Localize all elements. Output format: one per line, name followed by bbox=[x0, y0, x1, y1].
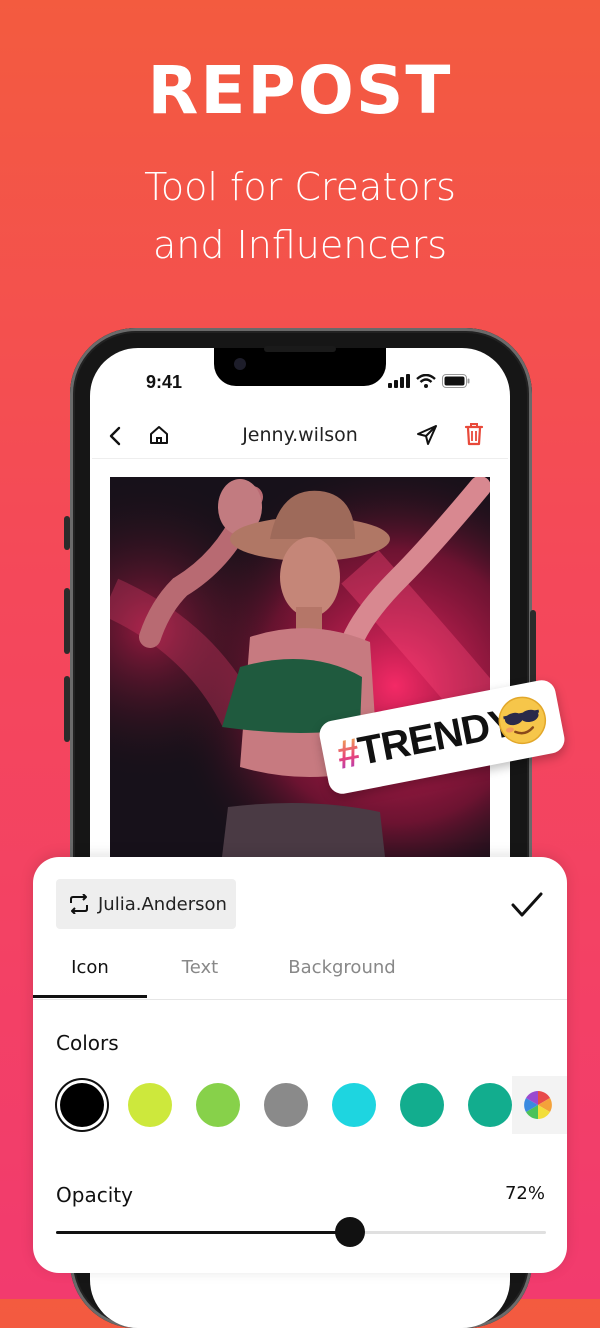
color-picker-button[interactable] bbox=[512, 1076, 567, 1134]
status-time: 9:41 bbox=[146, 372, 183, 392]
repost-username: Julia.Anderson bbox=[98, 893, 227, 915]
color-swatch[interactable] bbox=[128, 1083, 172, 1127]
send-icon[interactable] bbox=[416, 424, 438, 446]
checkmark-icon[interactable] bbox=[510, 891, 544, 919]
opacity-slider-fill bbox=[56, 1231, 350, 1234]
repost-icon bbox=[70, 894, 88, 914]
camera-icon bbox=[234, 358, 246, 370]
phone-volume-down bbox=[64, 676, 70, 742]
opacity-slider[interactable] bbox=[56, 1217, 546, 1247]
app-header: Jenny.wilson bbox=[92, 418, 508, 459]
bottom-spacer bbox=[0, 1273, 600, 1299]
color-swatch[interactable] bbox=[400, 1083, 444, 1127]
tab-background[interactable]: Background bbox=[269, 949, 415, 999]
status-icons bbox=[388, 374, 470, 388]
wifi-icon bbox=[416, 374, 436, 388]
colors-label: Colors bbox=[56, 1031, 119, 1055]
color-swatch[interactable] bbox=[264, 1083, 308, 1127]
hero-title: REPOST bbox=[147, 52, 453, 129]
phone-mute-switch bbox=[64, 516, 70, 550]
phone-volume-up bbox=[64, 588, 70, 654]
color-wheel-icon bbox=[524, 1091, 552, 1119]
tab-bar: Icon Text Background bbox=[33, 949, 567, 1000]
color-swatch[interactable] bbox=[468, 1083, 512, 1127]
tab-text[interactable]: Text bbox=[153, 949, 247, 999]
header-username: Jenny.wilson bbox=[242, 424, 358, 446]
hero-subtitle: Tool for Creators and Influencers bbox=[0, 158, 600, 274]
battery-icon bbox=[442, 374, 470, 388]
phone-notch bbox=[214, 346, 386, 386]
hero-subtitle-line-2: and Influencers bbox=[152, 223, 448, 267]
signal-icon bbox=[388, 374, 410, 388]
sunglasses-emoji-icon bbox=[498, 696, 547, 745]
color-swatch[interactable] bbox=[332, 1083, 376, 1127]
tab-active-indicator bbox=[33, 995, 147, 998]
color-swatch[interactable] bbox=[60, 1083, 104, 1127]
hero-subtitle-line-1: Tool for Creators bbox=[144, 165, 456, 209]
customization-panel: Julia.Anderson Icon Text Background Colo… bbox=[33, 857, 567, 1273]
opacity-label: Opacity bbox=[56, 1183, 133, 1207]
trash-icon[interactable] bbox=[464, 422, 484, 446]
repost-user-chip[interactable]: Julia.Anderson bbox=[56, 879, 236, 929]
speaker-grille bbox=[264, 346, 336, 352]
dancer-photo bbox=[110, 477, 490, 857]
tab-icon[interactable]: Icon bbox=[33, 949, 147, 999]
color-swatch[interactable] bbox=[196, 1083, 240, 1127]
opacity-slider-thumb[interactable] bbox=[335, 1217, 365, 1247]
post-image bbox=[110, 477, 490, 857]
opacity-value: 72% bbox=[504, 1183, 545, 1204]
